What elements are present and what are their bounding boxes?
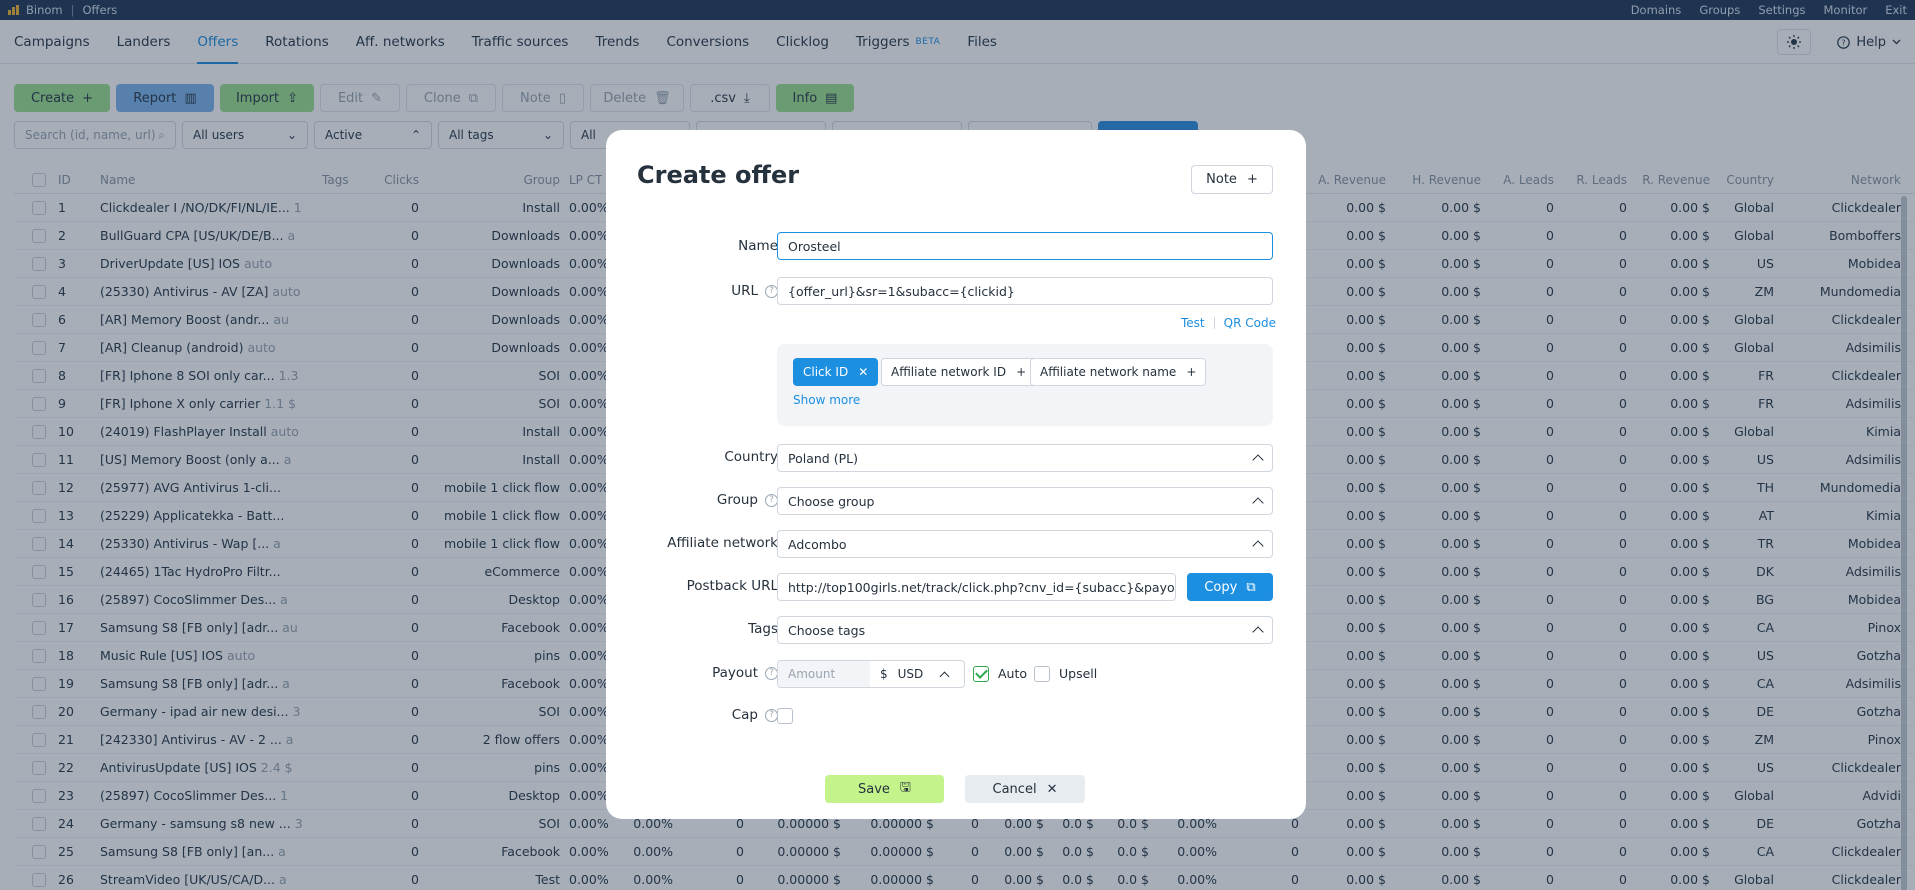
payout-field: Amount $ USD <box>777 660 965 688</box>
country-select[interactable]: Poland (PL) <box>777 444 1273 472</box>
token-click-id[interactable]: Click ID ✕ <box>793 358 879 386</box>
chevron-up-icon <box>1252 454 1264 466</box>
token-affiliate-network-name[interactable]: Affiliate network name + <box>1030 358 1207 386</box>
close-icon: ✕ <box>1046 781 1058 797</box>
plus-icon: + <box>1016 365 1027 379</box>
group-label: Group <box>716 492 758 508</box>
tags-value: Choose tags <box>788 622 866 638</box>
note-button[interactable]: Note + <box>1191 165 1273 194</box>
links-divider <box>1213 317 1215 329</box>
chevron-up-icon <box>1252 497 1264 509</box>
auto-label: Auto <box>998 666 1028 681</box>
test-link[interactable]: Test <box>1181 316 1205 330</box>
payout-label-row: Payout? <box>712 659 778 687</box>
affiliate-network-value: Adcombo <box>788 536 847 552</box>
url-links: Test QR Code <box>1181 316 1276 330</box>
copy-icon: ⧉ <box>1246 579 1256 595</box>
group-label-row: Group? <box>717 486 778 514</box>
name-label: Name <box>738 238 778 254</box>
cap-label: Cap <box>731 707 758 723</box>
chevron-up-icon <box>939 671 950 681</box>
auto-checkbox[interactable] <box>973 666 989 682</box>
qr-code-link[interactable]: QR Code <box>1224 316 1276 330</box>
copy-label: Copy <box>1204 579 1238 595</box>
save-label: Save <box>858 781 890 797</box>
url-label: URL <box>731 283 758 299</box>
token-label: Click ID <box>803 365 849 379</box>
token-affiliate-network-id[interactable]: Affiliate network ID + <box>881 358 1037 386</box>
copy-button[interactable]: Copy ⧉ <box>1187 573 1273 601</box>
affiliate-network-select[interactable]: Adcombo <box>777 530 1273 558</box>
token-label: Affiliate network ID <box>891 365 1007 379</box>
note-label: Note <box>1206 172 1237 187</box>
cap-label-row: Cap? <box>732 701 778 729</box>
plus-icon: + <box>1186 365 1197 379</box>
currency-select[interactable]: $ USD <box>870 667 950 681</box>
create-offer-modal: Create offer Note + Name Orosteel URL? {o… <box>606 130 1306 819</box>
upsell-label: Upsell <box>1059 666 1098 681</box>
postback-url-label: Postback URL <box>686 578 778 594</box>
save-button[interactable]: Save 🖫 <box>825 775 944 803</box>
tags-label: Tags <box>748 621 778 637</box>
affiliate-network-label: Affiliate network <box>667 535 778 551</box>
plus-icon: + <box>1246 172 1258 187</box>
currency-symbol: $ <box>880 667 888 681</box>
cancel-label: Cancel <box>992 781 1037 797</box>
upsell-checkbox[interactable] <box>1034 666 1050 682</box>
tags-select[interactable]: Choose tags <box>777 616 1273 644</box>
group-select[interactable]: Choose group <box>777 487 1273 515</box>
modal-title: Create offer <box>637 161 800 189</box>
cancel-button[interactable]: Cancel ✕ <box>965 775 1085 803</box>
country-value: Poland (PL) <box>788 450 858 466</box>
show-more-link[interactable]: Show more <box>793 393 860 407</box>
country-label: Country <box>724 449 778 465</box>
floppy-disk-icon: 🖫 <box>899 780 911 795</box>
group-value: Choose group <box>788 493 875 509</box>
url-input[interactable]: {offer_url}&sr=1&subacc={clickid} <box>777 277 1273 305</box>
payout-amount-input[interactable]: Amount <box>778 661 870 687</box>
postback-url-input[interactable]: http://top100girls.net/track/click.php?c… <box>777 573 1176 601</box>
close-icon[interactable]: ✕ <box>858 365 868 379</box>
token-label: Affiliate network name <box>1040 365 1177 379</box>
currency-value: USD <box>897 667 924 681</box>
cap-checkbox[interactable] <box>777 708 793 724</box>
payout-label: Payout <box>712 665 758 681</box>
name-value: Orosteel <box>788 238 841 254</box>
postback-url-value: http://top100girls.net/track/click.php?c… <box>788 579 1176 595</box>
chevron-up-icon <box>1252 626 1264 638</box>
url-label-row: URL? <box>731 277 778 305</box>
chevron-up-icon <box>1252 540 1264 552</box>
url-value: {offer_url}&sr=1&subacc={clickid} <box>788 283 1015 299</box>
url-tokens-panel: Click ID ✕ Affiliate network ID + Affiliat… <box>777 344 1273 426</box>
name-input[interactable]: Orosteel <box>777 232 1273 260</box>
